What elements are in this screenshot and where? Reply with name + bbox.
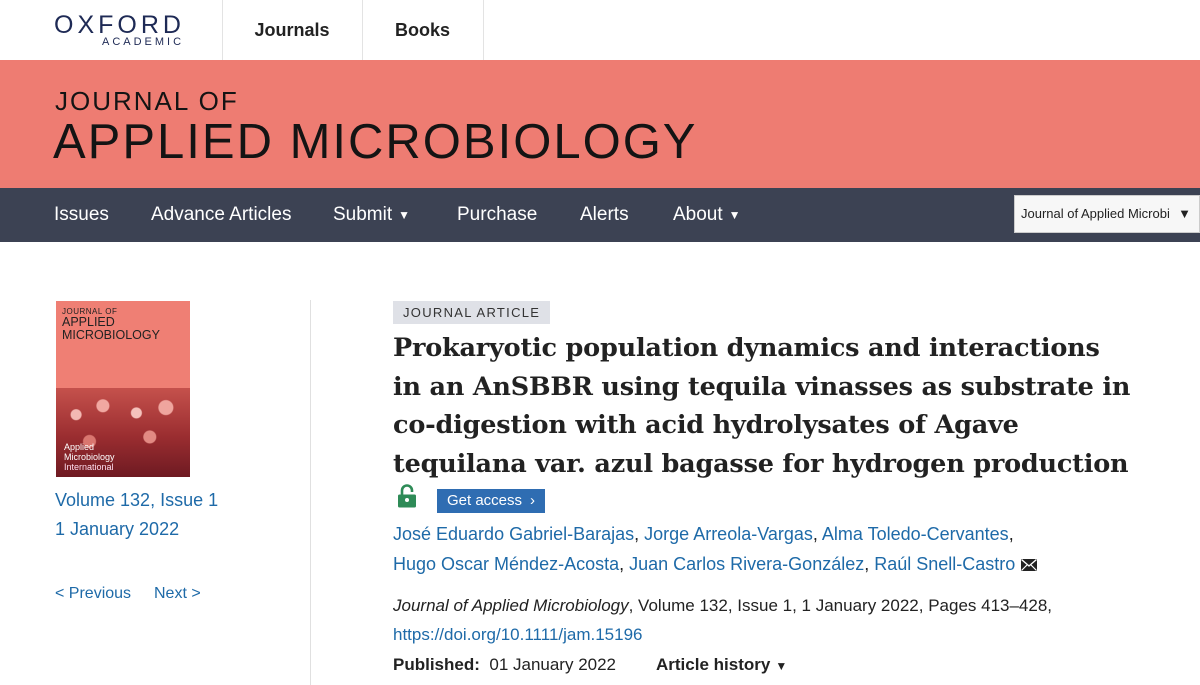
oxford-academic-logo[interactable]: OXFORD ACADEMIC xyxy=(0,0,223,60)
banner-main-title: APPLIED MICROBIOLOGY xyxy=(53,115,698,169)
top-bar: OXFORD ACADEMIC Journals Books xyxy=(0,0,1200,61)
nav-about[interactable]: About ▼ xyxy=(673,188,741,242)
topnav-journals[interactable]: Journals xyxy=(222,0,363,60)
published-date: 01 January 2022 xyxy=(489,655,617,674)
column-divider xyxy=(310,300,311,685)
article-title-line: Prokaryotic population dynamics and inte… xyxy=(393,333,1100,363)
nav-submit-label: Submit xyxy=(333,204,393,225)
next-link[interactable]: Next > xyxy=(154,585,201,603)
caret-down-icon: ▼ xyxy=(398,208,411,222)
doi-link[interactable]: https://doi.org/10.1111/jam.15196 xyxy=(393,625,643,645)
issue-cover-image[interactable]: JOURNAL OF APPLIED MICROBIOLOGY Applied … xyxy=(56,301,190,477)
cover-title: APPLIED MICROBIOLOGY xyxy=(62,316,160,342)
caret-down-icon: ▼ xyxy=(1178,206,1191,221)
nav-advance-articles-label: Advance Articles xyxy=(151,204,292,225)
issue-volume-link[interactable]: Volume 132, Issue 1 xyxy=(55,490,218,511)
article-title-line: tequilana var. azul bagasse for hydrogen… xyxy=(393,448,1129,479)
chevron-right-icon: › xyxy=(530,492,536,509)
citation-details: , Volume 132, Issue 1, 1 January 2022, P… xyxy=(628,596,1053,615)
article-history-label: Article history xyxy=(656,655,771,674)
cover-sub-line2: Microbiology xyxy=(64,452,115,462)
author-separator: , xyxy=(1008,524,1014,544)
article-history-toggle[interactable]: Article history ▼ xyxy=(656,655,787,675)
issue-date-link[interactable]: 1 January 2022 xyxy=(55,519,179,540)
logo-sub-text: ACADEMIC xyxy=(102,36,185,48)
cover-sub-line1: Applied xyxy=(64,442,95,452)
nav-about-label: About xyxy=(673,204,723,225)
author-link[interactable]: Hugo Oscar Méndez-Acosta xyxy=(393,554,619,574)
nav-submit[interactable]: Submit ▼ xyxy=(333,188,410,242)
authors-line: Hugo Oscar Méndez-Acosta, Juan Carlos Ri… xyxy=(393,549,1113,579)
article-type-badge: JOURNAL ARTICLE xyxy=(393,301,551,324)
article-title: Prokaryotic population dynamics and inte… xyxy=(393,329,1153,483)
article-title-line: co-digestion with acid hydrolysates of A… xyxy=(393,410,1019,440)
author-link[interactable]: José Eduardo Gabriel-Barajas xyxy=(393,524,634,544)
article-title-line: in an AnSBBR using tequila vinasses as s… xyxy=(393,371,1131,402)
nav-advance-articles[interactable]: Advance Articles xyxy=(151,188,291,242)
author-link[interactable]: Juan Carlos Rivera-González xyxy=(629,554,864,574)
nav-issues[interactable]: Issues xyxy=(54,188,109,242)
author-separator: , xyxy=(634,524,645,544)
published-label: Published: xyxy=(393,655,480,674)
authors-line: José Eduardo Gabriel-Barajas, Jorge Arre… xyxy=(393,519,1113,549)
journal-banner[interactable]: JOURNAL OF APPLIED MICROBIOLOGY xyxy=(0,60,1200,188)
published-info: Published: 01 January 2022 xyxy=(393,655,616,675)
topnav-books[interactable]: Books xyxy=(362,0,484,60)
caret-down-icon: ▼ xyxy=(775,659,788,673)
get-access-button[interactable]: Get access › xyxy=(437,489,546,513)
nav-alerts[interactable]: Alerts xyxy=(580,188,629,242)
cover-title-line2: MICROBIOLOGY xyxy=(62,328,160,342)
nav-purchase[interactable]: Purchase xyxy=(457,188,537,242)
author-separator: , xyxy=(812,524,822,544)
email-icon[interactable] xyxy=(1021,559,1038,571)
citation-journal: Journal of Applied Microbiology xyxy=(393,596,629,615)
nav-purchase-label: Purchase xyxy=(457,204,538,225)
journal-select-value: Journal of Applied Microbi xyxy=(1021,206,1170,221)
journal-select[interactable]: Journal of Applied Microbi ▼ xyxy=(1014,195,1200,233)
open-lock-icon xyxy=(398,484,416,508)
author-link[interactable]: Raúl Snell-Castro xyxy=(874,554,1015,574)
cover-sub-line3: International xyxy=(64,462,114,472)
author-link[interactable]: Alma Toledo-Cervantes xyxy=(822,524,1009,544)
nav-alerts-label: Alerts xyxy=(580,204,629,225)
nav-issues-label: Issues xyxy=(54,204,109,225)
author-link[interactable]: Jorge Arreola-Vargas xyxy=(644,524,813,544)
author-separator: , xyxy=(619,554,630,574)
caret-down-icon: ▼ xyxy=(728,208,741,222)
get-access-label: Get access xyxy=(447,492,523,509)
author-separator: , xyxy=(864,554,875,574)
previous-link[interactable]: < Previous xyxy=(55,585,131,603)
banner-pre-title: JOURNAL OF xyxy=(55,86,239,116)
citation: Journal of Applied Microbiology, Volume … xyxy=(393,596,1052,616)
